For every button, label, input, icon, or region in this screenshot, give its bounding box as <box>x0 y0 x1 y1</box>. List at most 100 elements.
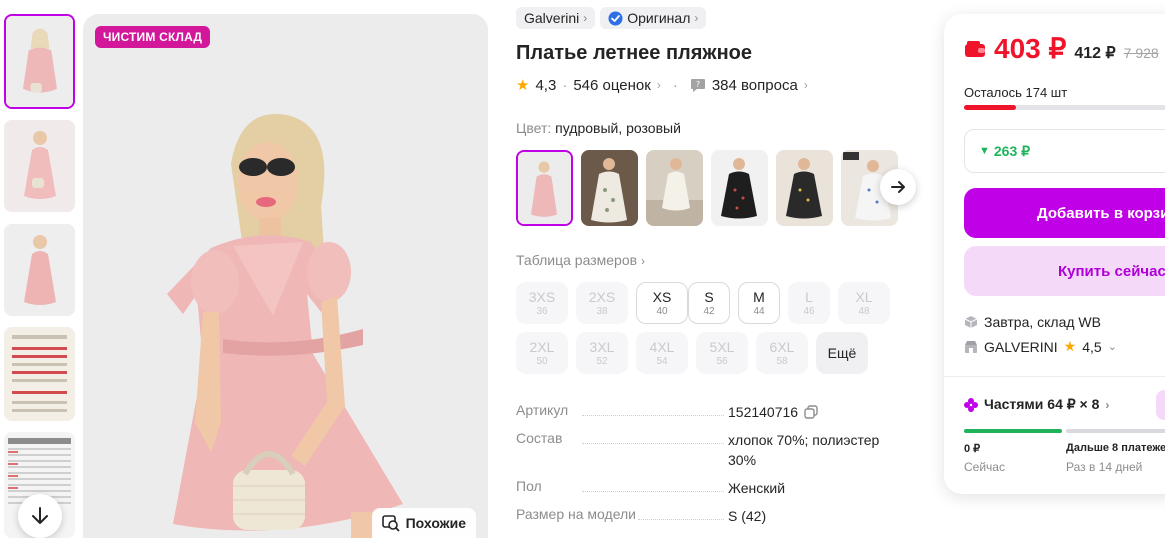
size-option[interactable]: 2XL 50 <box>516 332 568 374</box>
reviews-link[interactable]: 546 оценок <box>573 77 651 94</box>
size-label: XS <box>652 288 672 305</box>
wallet-discount-box[interactable]: ▼ 263 ₽ <box>964 129 1165 173</box>
similar-button[interactable]: Похожие <box>371 508 476 538</box>
chevron-down-icon: ⌄ <box>1107 341 1117 353</box>
size-option[interactable]: XS 40 <box>636 282 688 324</box>
color-swatch[interactable] <box>711 150 768 226</box>
box-icon <box>964 316 978 328</box>
size-label: 6XL <box>769 338 795 355</box>
chevron-right-icon: › <box>803 78 808 92</box>
size-number: 56 <box>716 355 728 367</box>
installment-bar-now <box>964 429 1062 433</box>
size-option[interactable]: 3XS 36 <box>516 282 568 324</box>
sale-badge: ЧИСТИМ СКЛАД <box>95 26 211 48</box>
size-option[interactable]: 5XL 56 <box>696 332 748 374</box>
size-number: 58 <box>776 355 788 367</box>
dot-separator: · <box>672 76 678 94</box>
size-number: 42 <box>703 305 715 317</box>
spec-key: Состав <box>516 430 563 446</box>
main-product-photo[interactable]: ЧИСТИМ СКЛАД Похожие <box>83 14 488 538</box>
spec-key: Размер на модели <box>516 506 636 522</box>
chevron-right-icon: › <box>656 78 661 92</box>
size-option[interactable]: S 42 <box>688 282 730 324</box>
stock-bar-fill <box>964 105 1016 110</box>
color-swatch[interactable] <box>776 150 833 226</box>
size-number: 48 <box>858 305 870 317</box>
size-option[interactable]: 6XL 58 <box>756 332 808 374</box>
chevron-right-icon: › <box>640 254 645 268</box>
size-label: 4XL <box>649 338 675 355</box>
size-option[interactable]: M 44 <box>738 282 780 324</box>
shop-icon <box>965 340 977 353</box>
more-sizes-button[interactable]: Ещё <box>816 332 868 374</box>
thumbnail-2[interactable] <box>4 120 75 212</box>
brand-chips: Galverini › Оригинал › <box>516 7 707 29</box>
installment-bar-later <box>1066 429 1165 433</box>
wallet-discount: 263 ₽ <box>993 142 1031 159</box>
chevron-right-icon: › <box>583 11 588 25</box>
size-label: XL <box>855 288 873 305</box>
seller-rating: 4,5 <box>1082 338 1102 355</box>
seller-name: GALVERINI <box>984 338 1058 355</box>
installment-icon <box>964 397 978 412</box>
price-regular: 412 ₽ <box>1074 45 1116 62</box>
spec-dots <box>638 519 724 520</box>
now-amount: 0 ₽ <box>964 443 981 455</box>
size-label: 5XL <box>709 338 735 355</box>
size-label: 2XS <box>588 288 616 305</box>
price-row: 403 ₽ 412 ₽ 7 928 <box>964 32 1159 65</box>
spec-dots <box>582 415 724 416</box>
dot-separator: · <box>562 76 568 94</box>
size-number: 40 <box>656 305 668 317</box>
star-icon: ★ <box>516 77 530 94</box>
seller-row[interactable]: GALVERINI ★ 4,5 ⌄ <box>964 338 1117 355</box>
spec-value: хлопок 70%; полиэстер 30% <box>728 432 880 468</box>
buy-card: 403 ₽ 412 ₽ 7 928 Осталось 174 шт ▼ 263 … <box>944 14 1165 494</box>
thumbnail-4[interactable] <box>4 327 75 421</box>
delivery-text: Завтра, склад WB <box>984 314 1101 330</box>
size-option[interactable]: 3XL 52 <box>576 332 628 374</box>
buy-now-button[interactable]: Купить сейчас <box>964 246 1165 296</box>
copy-icon[interactable] <box>804 405 818 419</box>
arrow-down-icon <box>32 507 48 524</box>
size-option[interactable]: L 46 <box>788 282 830 324</box>
size-table-label: Таблица размеров <box>516 252 638 268</box>
later-amount: Дальше 8 платежей <box>1066 442 1165 454</box>
size-table-link[interactable]: Таблица размеров › <box>516 252 645 268</box>
size-number: 54 <box>656 355 668 367</box>
size-number: 38 <box>596 305 608 317</box>
scroll-down-button[interactable] <box>18 494 62 538</box>
color-swatch[interactable] <box>516 150 573 226</box>
installment-row[interactable]: Частями 64 ₽ × 8 › <box>964 396 1109 413</box>
now-label: Сейчас <box>964 460 1005 474</box>
dress-photo-illustration <box>83 14 488 538</box>
delivery-row: Завтра, склад WB <box>964 314 1101 330</box>
rating-row: ★ 4,3 · 546 оценок › · ? 384 вопроса › <box>516 76 808 95</box>
color-row: Цвет: пудровый, розовый <box>516 120 681 136</box>
thumbnail-1[interactable] <box>4 14 75 109</box>
thumbnail-3[interactable] <box>4 224 75 316</box>
similar-search-icon <box>381 515 400 532</box>
size-number: 36 <box>536 305 548 317</box>
brand-chip[interactable]: Galverini › <box>516 7 596 29</box>
star-icon: ★ <box>1063 338 1077 354</box>
original-chip[interactable]: Оригинал › <box>600 7 707 29</box>
size-option[interactable]: 2XS 38 <box>576 282 628 324</box>
color-swatch[interactable] <box>646 150 703 226</box>
add-to-cart-button[interactable]: Добавить в корзину <box>964 188 1165 238</box>
colors-next-button[interactable] <box>880 169 916 205</box>
spec-dots <box>582 443 724 444</box>
size-option[interactable]: XL 48 <box>838 282 890 324</box>
spec-dots <box>582 491 724 492</box>
verified-check-icon <box>608 11 623 25</box>
installment-toggle[interactable] <box>1156 390 1165 420</box>
spec-value: Женский <box>728 480 786 496</box>
size-number: 50 <box>536 355 548 367</box>
brand-name: Galverini <box>524 10 580 26</box>
spec-value: 152140716 <box>728 402 908 422</box>
product-title: Платье летнее пляжное <box>516 42 753 64</box>
color-swatch[interactable] <box>581 150 638 226</box>
size-option[interactable]: 4XL 54 <box>636 332 688 374</box>
questions-link[interactable]: 384 вопроса <box>712 77 798 94</box>
arrow-right-icon <box>891 181 905 193</box>
